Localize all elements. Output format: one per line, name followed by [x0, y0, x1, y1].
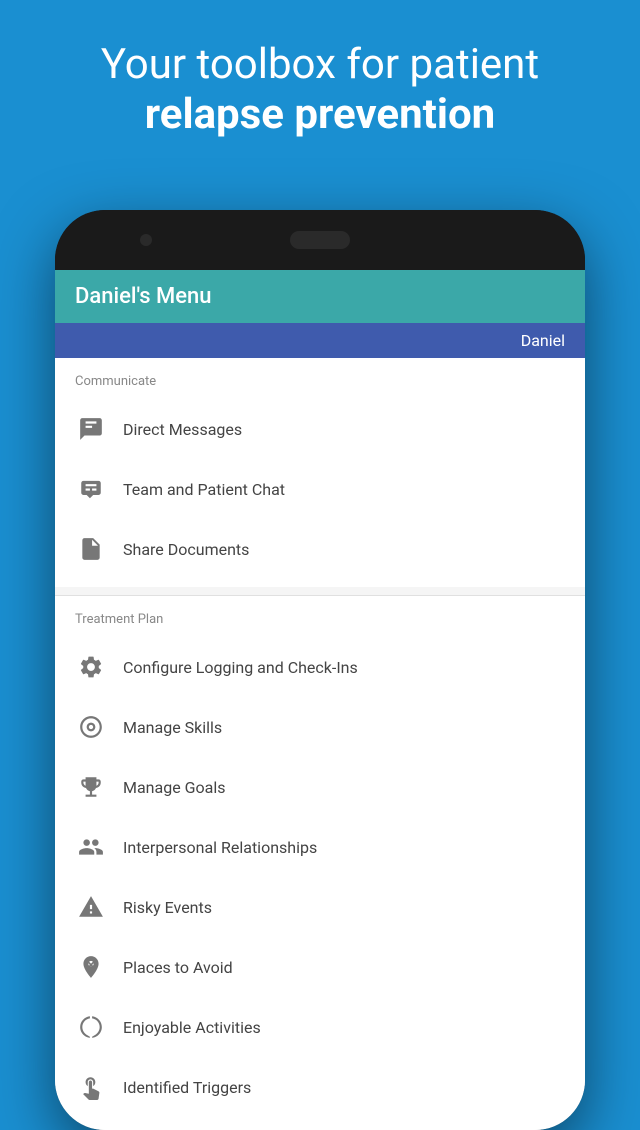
app-subheader: Daniel: [55, 323, 585, 358]
triangle-warning-icon: [75, 891, 107, 923]
hand-point-icon: [75, 1071, 107, 1103]
menu-item-direct-messages[interactable]: Direct Messages: [55, 399, 585, 459]
phone-screen: Daniel's Menu Daniel Communicate Direct …: [55, 270, 585, 1130]
trophy-icon: [75, 771, 107, 803]
menu-item-configure-logging[interactable]: Configure Logging and Check-Ins: [55, 637, 585, 697]
menu-item-share-documents[interactable]: Share Documents: [55, 519, 585, 579]
menu-item-manage-goals[interactable]: Manage Goals: [55, 757, 585, 817]
treatment-plan-section-label: Treatment Plan: [55, 612, 585, 637]
menu-item-enjoyable-activities[interactable]: Enjoyable Activities: [55, 997, 585, 1057]
app-header: Daniel's Menu: [55, 270, 585, 323]
enjoyable-activities-label: Enjoyable Activities: [123, 1018, 261, 1037]
pin-cross-icon: [75, 951, 107, 983]
phone-container: Daniel's Menu Daniel Communicate Direct …: [55, 210, 585, 1130]
share-documents-label: Share Documents: [123, 540, 249, 559]
phone-camera: [140, 234, 152, 246]
menu-item-team-patient-chat[interactable]: Team and Patient Chat: [55, 459, 585, 519]
phone-speaker: [290, 231, 350, 249]
palm-tree-icon: [75, 1011, 107, 1043]
chat-dots-icon: [75, 413, 107, 445]
manage-skills-label: Manage Skills: [123, 718, 222, 737]
manage-goals-label: Manage Goals: [123, 778, 226, 797]
risky-events-label: Risky Events: [123, 898, 212, 917]
team-patient-chat-label: Team and Patient Chat: [123, 480, 285, 499]
app-header-title: Daniel's Menu: [75, 284, 565, 309]
configure-logging-label: Configure Logging and Check-Ins: [123, 658, 358, 677]
chat-bubble-icon: [75, 473, 107, 505]
phone-outer: Daniel's Menu Daniel Communicate Direct …: [55, 210, 585, 1130]
target-icon: [75, 711, 107, 743]
identified-triggers-label: Identified Triggers: [123, 1078, 251, 1097]
direct-messages-label: Direct Messages: [123, 420, 242, 439]
treatment-plan-section: Treatment Plan Configure Logging and Che…: [55, 596, 585, 1130]
communicate-section: Communicate Direct Messages Team and Pat…: [55, 358, 585, 587]
interpersonal-relationships-label: Interpersonal Relationships: [123, 838, 317, 857]
header-line1: Your toolbox for patient: [101, 40, 539, 89]
document-icon: [75, 533, 107, 565]
menu-item-interpersonal-relationships[interactable]: Interpersonal Relationships: [55, 817, 585, 877]
places-to-avoid-label: Places to Avoid: [123, 958, 233, 977]
communicate-section-label: Communicate: [55, 374, 585, 399]
app-user-name: Daniel: [521, 331, 565, 350]
header-text: Your toolbox for patient relapse prevent…: [0, 0, 640, 161]
menu-item-places-to-avoid[interactable]: Places to Avoid: [55, 937, 585, 997]
gear-icon: [75, 651, 107, 683]
menu-item-risky-events[interactable]: Risky Events: [55, 877, 585, 937]
header-line2: relapse prevention: [145, 90, 495, 139]
menu-item-identified-triggers[interactable]: Identified Triggers: [55, 1057, 585, 1117]
phone-top-bar: [55, 210, 585, 270]
people-icon: [75, 831, 107, 863]
menu-item-manage-skills[interactable]: Manage Skills: [55, 697, 585, 757]
menu-item-schedule-meditations[interactable]: Schedule Meditations: [55, 1117, 585, 1130]
